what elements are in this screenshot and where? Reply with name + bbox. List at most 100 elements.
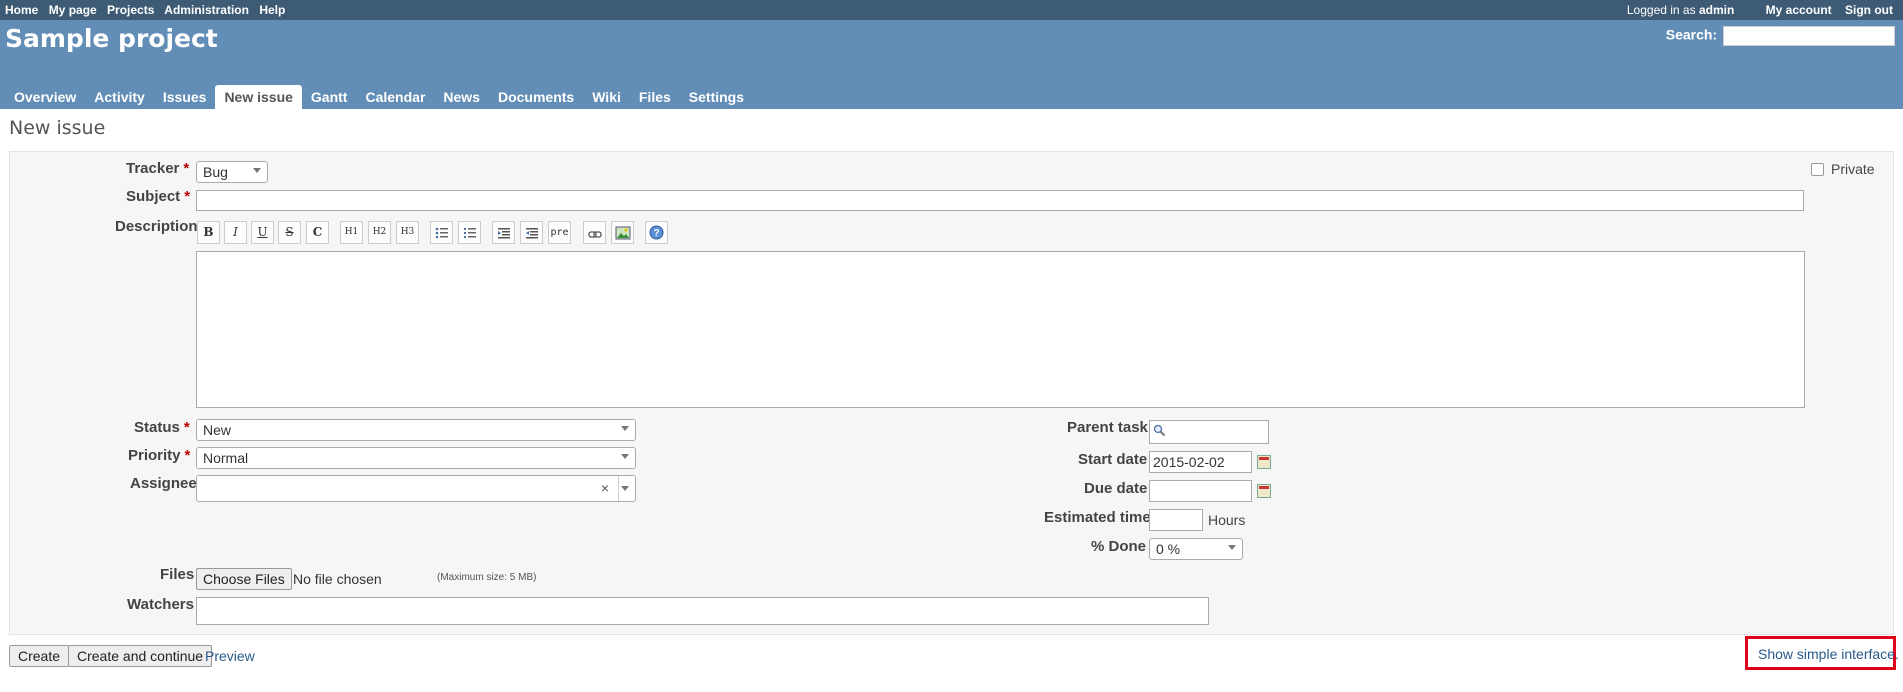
top-menu: Home My page Projects Administration Hel… (0, 0, 1903, 20)
my-page-link[interactable]: My page (49, 3, 97, 17)
my-account-link[interactable]: My account (1766, 3, 1832, 17)
tab-overview[interactable]: Overview (5, 85, 85, 109)
watchers-input[interactable] (196, 597, 1209, 625)
chevron-down-icon (621, 426, 629, 431)
heading2-button[interactable]: H2 (368, 221, 391, 244)
heading3-button[interactable]: H3 (396, 221, 419, 244)
create-and-continue-button[interactable]: Create and continue (68, 645, 213, 667)
hours-label: Hours (1208, 512, 1246, 528)
watchers-label: Watchers (127, 596, 194, 613)
chevron-down-icon (621, 454, 629, 459)
done-select[interactable]: 0 % (1149, 538, 1243, 560)
heading1-button[interactable]: H1 (340, 221, 363, 244)
bold-button[interactable]: B (197, 221, 220, 244)
estimated-time-label: Estimated time (1044, 509, 1151, 526)
indent-left-button[interactable] (492, 221, 515, 244)
show-simple-interface-link[interactable]: Show simple interface. (1758, 646, 1899, 662)
private-label: Private (1831, 161, 1875, 177)
parent-task-input[interactable] (1149, 420, 1269, 444)
tab-files[interactable]: Files (630, 85, 680, 109)
subject-label: Subject * (126, 188, 191, 205)
project-title: Sample project (5, 24, 218, 53)
administration-link[interactable]: Administration (164, 3, 249, 17)
tracker-label: Tracker * (126, 160, 190, 177)
indent-right-icon (525, 228, 538, 239)
help-button[interactable]: ? (645, 221, 668, 244)
top-menu-right: Logged in as admin My account Sign out (1627, 3, 1893, 17)
create-button[interactable]: Create (9, 645, 70, 667)
underline-button[interactable]: U (251, 221, 274, 244)
status-select[interactable]: New (196, 419, 636, 441)
no-file-text: No file chosen (293, 571, 382, 587)
calendar-icon[interactable] (1257, 455, 1271, 469)
assignee-select[interactable]: × (196, 475, 636, 502)
preview-link[interactable]: Preview (205, 648, 255, 664)
link-icon (587, 231, 602, 238)
select-divider (618, 476, 619, 501)
parent-task-label: Parent task (1067, 419, 1148, 436)
strikethrough-button[interactable]: S (278, 221, 301, 244)
tab-calendar[interactable]: Calendar (356, 85, 434, 109)
project-tabs: Overview Activity Issues New issue Gantt… (5, 85, 753, 109)
private-checkbox[interactable] (1811, 163, 1824, 176)
list-numbered-icon (463, 228, 476, 238)
description-textarea[interactable] (196, 251, 1805, 408)
clear-icon[interactable]: × (601, 479, 609, 497)
help-icon: ? (649, 225, 664, 240)
tab-issues[interactable]: Issues (154, 85, 216, 109)
chevron-down-icon (1228, 545, 1236, 550)
indent-right-button[interactable] (520, 221, 543, 244)
tracker-select[interactable]: Bug (196, 161, 268, 183)
project-header: Sample project Search: Overview Activity… (0, 20, 1903, 109)
search-icon (1153, 424, 1166, 437)
choose-files-button[interactable]: Choose Files (196, 568, 292, 590)
search-label: Search: (1665, 26, 1718, 43)
estimated-time-input[interactable] (1149, 509, 1203, 531)
code-button[interactable]: C (306, 221, 329, 244)
tab-news[interactable]: News (434, 85, 489, 109)
chevron-down-icon (621, 486, 629, 491)
top-menu-left: Home My page Projects Administration Hel… (5, 3, 292, 17)
done-label: % Done (1091, 538, 1147, 555)
content: New issue (0, 117, 1903, 143)
link-button[interactable] (583, 221, 606, 244)
unordered-list-button[interactable] (430, 221, 453, 244)
max-size-text: (Maximum size: 5 MB) (437, 572, 537, 583)
tab-new-issue[interactable]: New issue (215, 85, 302, 109)
files-label: Files (160, 566, 195, 583)
svg-text:?: ? (653, 228, 659, 239)
subject-input[interactable] (196, 190, 1804, 211)
indent-left-icon (497, 228, 510, 239)
page-title: New issue (9, 117, 106, 139)
tab-activity[interactable]: Activity (85, 85, 154, 109)
tab-wiki[interactable]: Wiki (583, 85, 630, 109)
projects-link[interactable]: Projects (107, 3, 154, 17)
help-link[interactable]: Help (259, 3, 285, 17)
tab-documents[interactable]: Documents (489, 85, 583, 109)
search-area: Search: (1666, 26, 1895, 46)
priority-select[interactable]: Normal (196, 447, 636, 469)
image-button[interactable] (611, 221, 634, 244)
user-link[interactable]: admin (1699, 3, 1734, 17)
priority-label: Priority * (128, 447, 191, 464)
chevron-down-icon (253, 168, 261, 173)
show-simple-interface-highlight: Show simple interface. (1745, 636, 1899, 670)
logged-in-text: Logged in as admin (1626, 3, 1735, 17)
search-input[interactable] (1723, 26, 1895, 46)
assignee-label: Assignee (130, 475, 197, 492)
calendar-icon[interactable] (1257, 484, 1271, 498)
sign-out-link[interactable]: Sign out (1845, 3, 1893, 17)
description-label: Description (115, 218, 198, 235)
tab-gantt[interactable]: Gantt (302, 85, 357, 109)
image-icon (615, 226, 630, 240)
start-date-input[interactable]: 2015-02-02 (1149, 451, 1252, 473)
start-date-label: Start date (1078, 451, 1148, 468)
preformatted-button[interactable]: pre (548, 221, 571, 244)
home-link[interactable]: Home (5, 3, 38, 17)
list-bullet-icon (435, 227, 448, 239)
italic-button[interactable]: I (224, 221, 247, 244)
due-date-label: Due date (1084, 480, 1148, 497)
tab-settings[interactable]: Settings (680, 85, 753, 109)
ordered-list-button[interactable] (458, 221, 481, 244)
due-date-input[interactable] (1149, 480, 1252, 502)
